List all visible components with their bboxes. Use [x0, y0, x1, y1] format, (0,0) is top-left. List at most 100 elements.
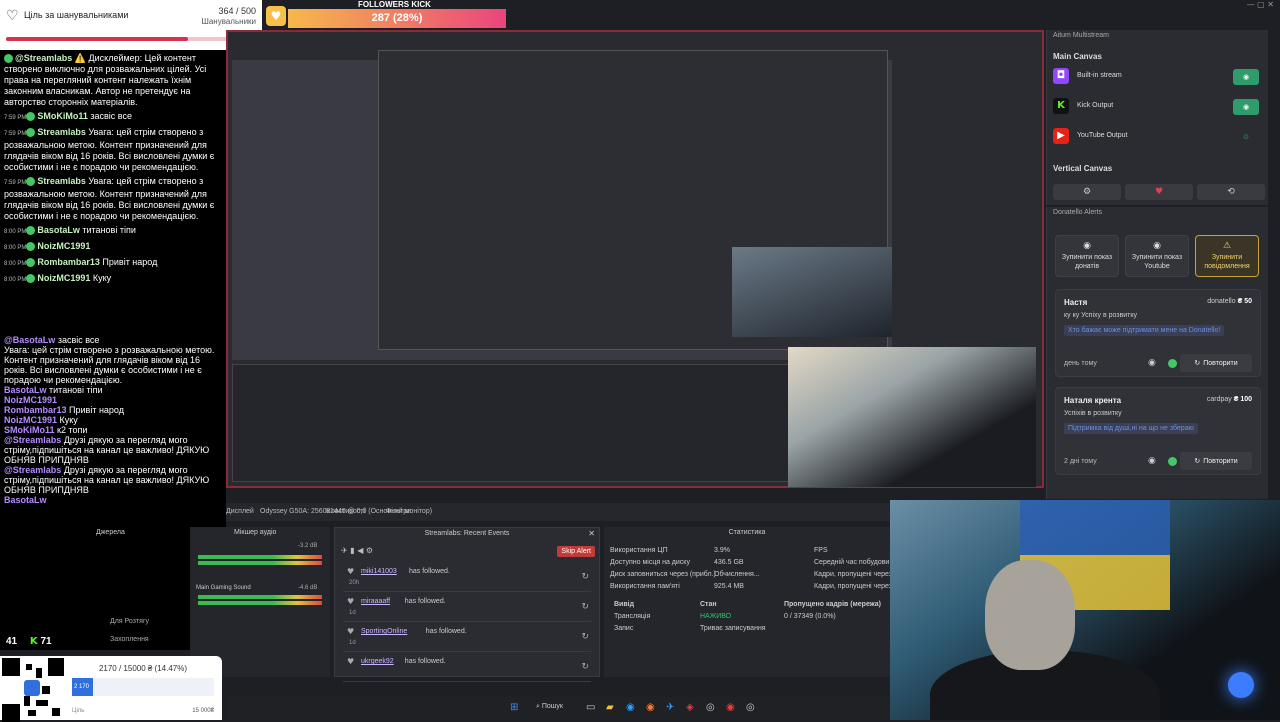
- chat-text: к2 топи: [57, 425, 88, 435]
- replay-icon[interactable]: ↻: [581, 572, 589, 582]
- donatello-button-label: Зупинити показ донатів: [1061, 254, 1113, 270]
- chat-username[interactable]: NoizMC1991: [37, 241, 90, 251]
- event-username[interactable]: ukrgeek92: [361, 658, 394, 665]
- skip-alert-button[interactable]: Skip Alert: [557, 546, 595, 557]
- chat-overlay-message: @Streamlabs Друзі дякую за перегляд мого…: [0, 465, 226, 495]
- aitum-output-row: K Kick Output ◉: [1053, 96, 1263, 118]
- streamer-head: [985, 560, 1075, 670]
- stat-table-cell: Трансляція: [614, 613, 651, 620]
- link-button[interactable]: ⟲: [1197, 184, 1265, 200]
- kick-icon: K: [29, 636, 38, 647]
- event-username[interactable]: SportingOnline: [361, 628, 407, 635]
- stop-icon: ◉: [1083, 241, 1091, 251]
- chat-time: 7:59 PM: [4, 115, 27, 121]
- chat-overlay-message: BasotaLw: [0, 495, 226, 505]
- chat-username[interactable]: @Streamlabs: [15, 53, 72, 63]
- taskbar: ⊞ ⌕ Пошук ▭ ▰ ◉ ◉ ✈ ◈ ◎ ◉ ◎: [226, 697, 890, 720]
- follow-icon: ♥: [347, 627, 355, 636]
- chat-username: BasotaLw: [4, 385, 47, 395]
- donation-time: день тому: [1064, 360, 1097, 367]
- chrome-icon[interactable]: ◉: [726, 702, 735, 713]
- close-icon[interactable]: ✕: [588, 529, 595, 538]
- audio-meter: [198, 595, 322, 599]
- source-item[interactable]: Захоплення: [110, 636, 149, 643]
- firefox-icon[interactable]: ◉: [646, 702, 655, 713]
- replay-icon[interactable]: ↻: [581, 602, 589, 612]
- twitch-icon: ◘: [1053, 68, 1069, 84]
- qr-cell: [26, 664, 32, 670]
- donation-message: ку ку Успіху в розвитку: [1064, 312, 1137, 319]
- event-time: 20h: [349, 580, 360, 586]
- webcam-feed: [890, 500, 1280, 720]
- donation-highlight: Хто бажає може підтримати мене на Donate…: [1064, 325, 1225, 336]
- stat-table-cell: Запис: [614, 625, 634, 632]
- telegram-icon[interactable]: ✈: [666, 702, 674, 713]
- event-row: ♥ miraaaaff has followed. 1d ↻: [343, 594, 591, 622]
- display-select[interactable]: Odyssey G50A: 2560x1440 @ 0,0 (Основний …: [260, 508, 432, 515]
- obs-preview[interactable]: [226, 30, 1044, 488]
- aitum-output-row: ◘ Built-in stream ◉: [1053, 66, 1263, 88]
- chat-username: @BasotaLw: [4, 335, 56, 345]
- chat-overlay-message: @BasotaLw засвіс все: [0, 335, 226, 345]
- donation-goal-fill: 2 170: [72, 678, 93, 696]
- donatello-stop-button[interactable]: ◉ Зупинити показ Youtube: [1125, 235, 1189, 277]
- stat-label-2: FPS: [814, 547, 828, 554]
- source-item[interactable]: Для Розтягу: [110, 618, 149, 625]
- taskbar-search[interactable]: ⌕ Пошук: [536, 703, 563, 711]
- preview-webcam-small: [732, 247, 892, 337]
- donatello-stop-button[interactable]: ◉ Зупинити показ донатів: [1055, 235, 1119, 277]
- event-username[interactable]: miraaaaff: [361, 598, 390, 605]
- audio-meter: [198, 555, 322, 559]
- donation-source: cardpay ₴ 100: [1207, 396, 1252, 403]
- display-label: Дисплей: [226, 508, 254, 515]
- chat-message: 8:00 PM NoizMC1991 Кукy: [0, 273, 226, 286]
- replay-button[interactable]: ↻ Повторити: [1180, 354, 1252, 372]
- eye-icon[interactable]: ◉: [1148, 358, 1156, 368]
- replay-icon[interactable]: ↻: [581, 662, 589, 672]
- chat-text: титанові тіпи: [49, 385, 103, 395]
- stream-toggle-button[interactable]: ◉: [1233, 99, 1259, 115]
- kick-goal-label: FOLLOWERS KICK: [358, 0, 431, 9]
- moderator-badge-icon: [26, 177, 36, 187]
- taskview-icon[interactable]: ▭: [586, 702, 595, 713]
- moderator-badge-icon: [26, 112, 36, 122]
- browser-icon[interactable]: ◉: [626, 702, 635, 713]
- start-icon[interactable]: ⊞: [510, 702, 518, 713]
- chat-username[interactable]: Rombambar13: [37, 257, 100, 267]
- replay-label: Повторити: [1203, 360, 1238, 367]
- chat-username[interactable]: Streamlabs: [37, 176, 86, 186]
- obs-active-icon[interactable]: ◎: [746, 702, 755, 713]
- chat-username[interactable]: NoizMC1991: [37, 273, 90, 283]
- eye-icon[interactable]: ◉: [1148, 456, 1156, 466]
- qr-cell: [28, 710, 36, 716]
- qr-cell: [36, 668, 42, 678]
- donatello-stop-button[interactable]: ⚠ Зупинити повідомлення: [1195, 235, 1259, 277]
- event-time: 1d: [349, 610, 356, 616]
- folder-icon[interactable]: ▰: [606, 702, 614, 713]
- app-icon[interactable]: ◈: [686, 702, 694, 713]
- donation-goal-bar: 2 170: [72, 678, 214, 696]
- window-controls[interactable]: — ▢ ✕: [1220, 0, 1280, 10]
- replay-button[interactable]: ↻ Повторити: [1180, 452, 1252, 470]
- chat-text: Кукy: [59, 415, 78, 425]
- stat-table-cell: Триває записування: [700, 625, 766, 632]
- donation-goal-max: 15 000₴: [192, 708, 214, 714]
- follow-icon: ♥: [347, 567, 355, 576]
- chat-time: 7:59 PM: [4, 131, 27, 137]
- obs-icon[interactable]: ◎: [706, 702, 715, 713]
- settings-button[interactable]: ⚙: [1053, 184, 1121, 200]
- heart-button[interactable]: ♥: [1125, 184, 1193, 200]
- stream-toggle-button[interactable]: ⊙: [1233, 129, 1259, 145]
- replay-icon[interactable]: ↻: [581, 632, 589, 642]
- chat-username[interactable]: BasotaLw: [37, 225, 80, 235]
- chat-username[interactable]: SMoKiMo11: [37, 111, 88, 121]
- event-action: has followed.: [425, 628, 467, 635]
- replay-icon: ↻: [1194, 457, 1201, 465]
- chat-username: @Streamlabs: [4, 435, 62, 445]
- audio-meter: [198, 601, 322, 605]
- chat-message-list: @Streamlabs ⚠️ Дисклеймер: Цей контент с…: [0, 53, 226, 286]
- chat-username[interactable]: Streamlabs: [37, 127, 86, 137]
- stream-toggle-button[interactable]: ◉: [1233, 69, 1259, 85]
- chat-text: Увага: цей стрім створено з розважальною…: [4, 176, 215, 221]
- event-username[interactable]: miki141003: [361, 568, 397, 575]
